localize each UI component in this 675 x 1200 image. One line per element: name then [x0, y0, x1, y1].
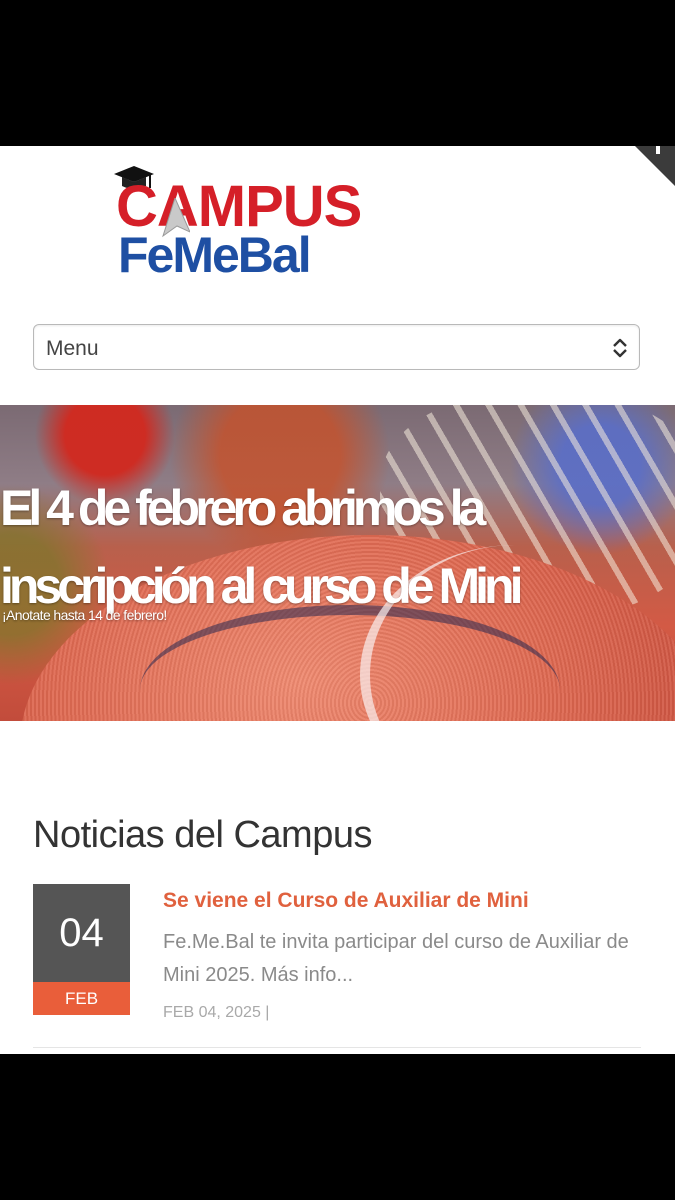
menu-select-label: Menu: [46, 337, 99, 360]
news-date-day: 04: [33, 884, 130, 982]
corner-ribbon-mark: [656, 146, 660, 154]
top-black-bar: [0, 0, 675, 146]
menu-select[interactable]: Menu: [33, 324, 640, 370]
news-divider: [33, 1047, 641, 1048]
news-date-badge: 04 FEB: [33, 884, 130, 1015]
hero-subtitle: ¡Anotate hasta 14 de febrero!: [2, 607, 167, 623]
hero-title: El 4 de febrero abrimos la inscripción a…: [0, 480, 523, 614]
site-logo[interactable]: CAMPUS FeMeBal: [112, 164, 382, 280]
hero-banner[interactable]: El 4 de febrero abrimos la inscripción a…: [0, 405, 675, 721]
select-chevron-icon: [613, 338, 627, 358]
news-item-excerpt: Fe.Me.Bal te invita participar del curso…: [163, 931, 629, 986]
news-date-month: FEB: [33, 982, 130, 1015]
page-content: CAMPUS FeMeBal Menu El 4 de febrero abri…: [0, 146, 675, 1054]
logo-femebal-text: FeMeBal: [118, 227, 312, 283]
news-section-heading: Noticias del Campus: [33, 814, 372, 856]
corner-ribbon[interactable]: [635, 146, 675, 186]
news-item-title-link[interactable]: Se viene el Curso de Auxiliar de Mini: [163, 889, 529, 913]
bottom-black-bar: [0, 1054, 675, 1200]
news-item-meta: FEB 04, 2025 |: [163, 1004, 270, 1021]
